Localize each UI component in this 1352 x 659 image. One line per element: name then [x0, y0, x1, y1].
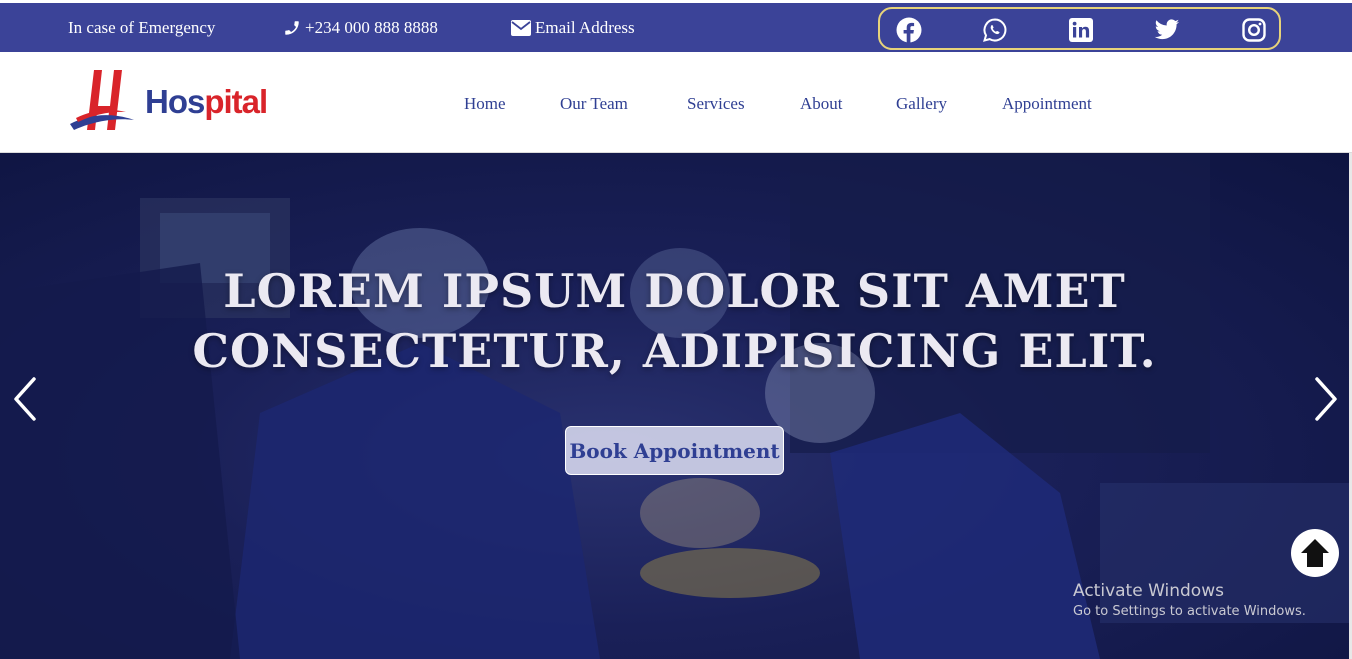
logo-wordmark: Hospital: [145, 83, 268, 120]
nav-appointment[interactable]: Appointment: [1002, 94, 1092, 114]
nav-our-team[interactable]: Our Team: [560, 94, 628, 114]
emergency-label: In case of Emergency: [68, 18, 216, 37]
hero-title: LOREM IPSUM DOLOR SIT AMET CONSECTETUR, …: [192, 264, 1157, 378]
whatsapp-icon[interactable]: [982, 17, 1008, 43]
nav-gallery[interactable]: Gallery: [896, 94, 947, 114]
nav-about[interactable]: About: [800, 94, 843, 114]
logo-h-mark: [70, 70, 134, 130]
hero-slider: LOREM IPSUM DOLOR SIT AMET CONSECTETUR, …: [0, 153, 1349, 659]
envelope-icon: [511, 20, 531, 36]
phone-contact[interactable]: +234 000 888 8888: [283, 18, 438, 38]
nav-home[interactable]: Home: [464, 94, 506, 114]
phone-icon: [283, 19, 301, 37]
windows-activation-watermark: Activate Windows Go to Settings to activ…: [1073, 581, 1306, 619]
book-appointment-button[interactable]: Book Appointment: [565, 426, 784, 475]
top-contact-bar: In case of Emergency +234 000 888 8888 E…: [0, 3, 1352, 52]
facebook-icon[interactable]: [896, 17, 922, 43]
hospital-logo[interactable]: Hospital: [68, 68, 278, 136]
email-contact[interactable]: Email Address: [511, 18, 635, 38]
linkedin-icon[interactable]: [1068, 17, 1094, 43]
twitter-icon[interactable]: [1154, 17, 1180, 43]
back-to-top-button[interactable]: [1291, 529, 1339, 577]
chevron-right-icon[interactable]: [1311, 375, 1341, 423]
nav-services[interactable]: Services: [687, 94, 745, 114]
main-navbar: Hospital Home Our Team Services About Ga…: [0, 52, 1352, 153]
chevron-left-icon[interactable]: [10, 375, 40, 423]
arrow-up-icon: [1301, 539, 1329, 567]
social-links: [878, 7, 1281, 50]
instagram-icon[interactable]: [1241, 17, 1267, 43]
